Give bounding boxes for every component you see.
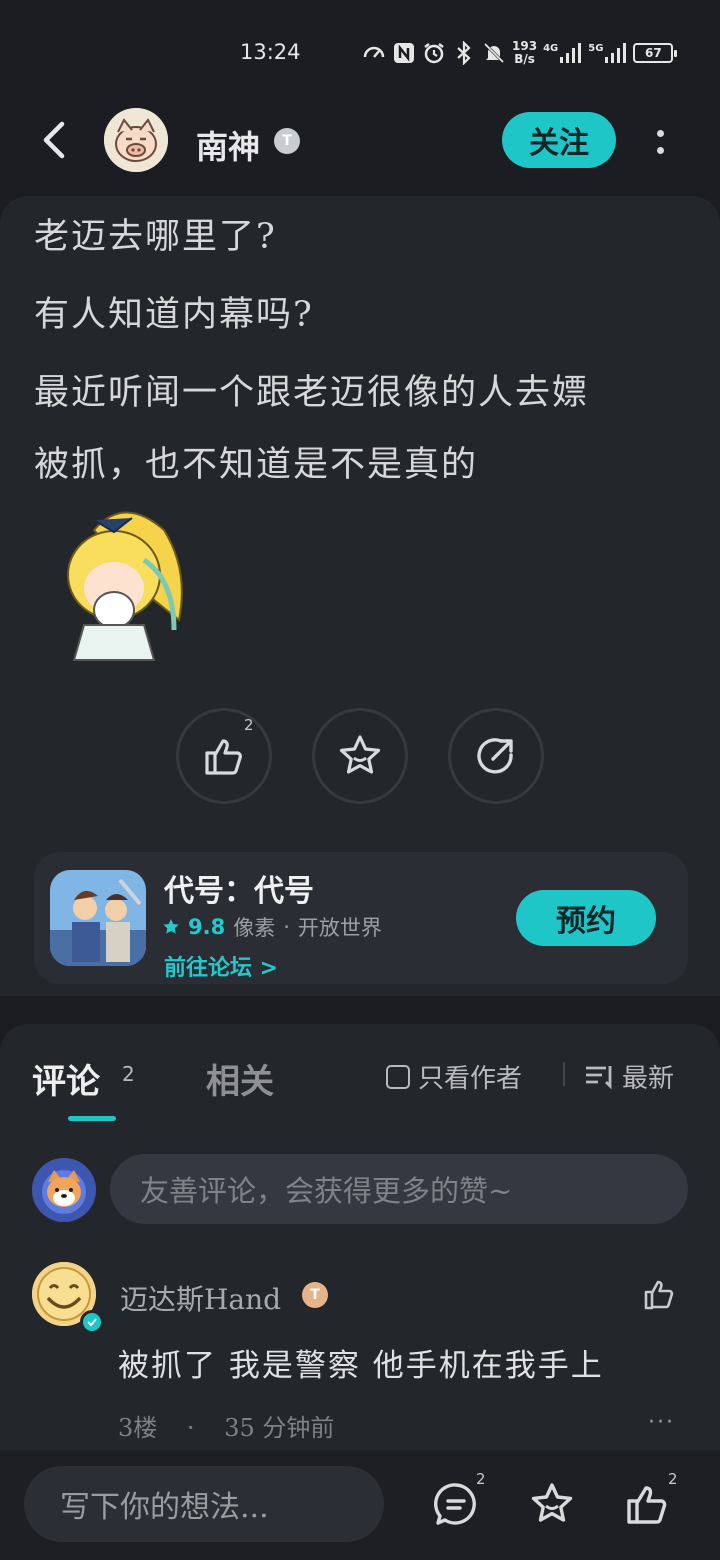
star-icon	[339, 735, 381, 774]
comment-count: 2	[122, 1062, 135, 1086]
post-text-line: 有人知道内幕吗?	[34, 295, 314, 335]
author-avatar[interactable]	[104, 108, 168, 172]
only-author-toggle[interactable]: 只看作者	[386, 1058, 522, 1095]
like-button[interactable]	[176, 708, 272, 804]
active-tab-indicator	[68, 1116, 116, 1121]
comment-floor: 3楼	[118, 1414, 158, 1442]
meta-separator: ·	[186, 1414, 195, 1442]
sort-icon	[586, 1065, 612, 1089]
bottom-favorite-button[interactable]	[528, 1480, 576, 1528]
signal-5g: 5G	[588, 43, 627, 63]
commenter-name[interactable]: 迈达斯Hand	[120, 1278, 281, 1318]
game-tag: 开放世界	[297, 916, 382, 940]
status-bar: 13:24 193 B/s 4G 5G 67	[0, 0, 720, 100]
checkbox[interactable]	[386, 1064, 410, 1089]
comment-meta: 3楼 · 35 分钟前	[118, 1408, 334, 1443]
comment-text: 被抓了 我是警察 他手机在我手上	[118, 1348, 604, 1384]
bottom-like-count: 2	[668, 1470, 678, 1488]
bottom-comment-count: 2	[476, 1470, 486, 1488]
tag-separator: ·	[283, 915, 290, 939]
thumbs-up-icon	[205, 739, 242, 775]
comment-input[interactable]: 友善评论，会获得更多的赞~	[110, 1154, 688, 1224]
post-like-count: 2	[244, 716, 254, 734]
mute-bell-icon	[482, 41, 506, 65]
battery-icon: 67	[633, 43, 678, 63]
author-level-badge: T	[274, 128, 300, 154]
sticker-image[interactable]	[54, 500, 194, 670]
net-speed: 193 B/s	[512, 39, 538, 66]
post-text-line: 老迈去哪里了?	[34, 217, 277, 257]
shiba-avatar-icon	[32, 1158, 96, 1222]
follow-button[interactable]: 关注	[502, 112, 616, 168]
nfc-icon	[392, 41, 416, 65]
game-score: 9.8	[188, 915, 226, 939]
speedometer-icon	[362, 41, 386, 65]
comment-bubble-icon	[434, 1483, 476, 1525]
only-author-label: 只看作者	[418, 1064, 523, 1094]
post-text-line: 被抓，也不知道是不是真的	[34, 445, 479, 485]
game-name[interactable]: 代号：代号	[164, 866, 314, 910]
favorite-button[interactable]	[312, 708, 408, 804]
more-dot	[656, 130, 664, 137]
comment-button[interactable]	[432, 1480, 480, 1528]
comment-more-button[interactable]: ···	[648, 1410, 675, 1435]
game-tag: 像素	[233, 916, 276, 940]
sort-button[interactable]: 最新	[584, 1058, 674, 1095]
alarm-icon	[422, 41, 446, 65]
share-icon	[477, 738, 513, 774]
signal-4g: 4G	[543, 43, 582, 63]
more-dot	[656, 147, 664, 154]
sort-label: 最新	[622, 1064, 675, 1094]
game-icon[interactable]	[50, 870, 146, 966]
back-button[interactable]	[36, 118, 76, 162]
game-meta: 9.8 像素 · 开放世界	[162, 912, 382, 942]
thumbs-up-icon	[644, 1280, 674, 1310]
forum-link[interactable]: 前往论坛 >	[164, 950, 278, 982]
commenter-level-badge: T	[302, 1282, 328, 1308]
author-name[interactable]: 南神	[196, 122, 260, 168]
tab-comments[interactable]: 评论	[32, 1054, 100, 1103]
status-time: 13:24	[240, 40, 301, 64]
reserve-button[interactable]: 预约	[516, 890, 656, 946]
bottom-reply-input[interactable]: 写下你的想法...	[24, 1466, 384, 1542]
verified-icon	[80, 1310, 104, 1334]
my-avatar[interactable]	[32, 1158, 96, 1222]
status-icons: 193 B/s 4G 5G 67	[362, 36, 678, 70]
share-button[interactable]	[448, 708, 544, 804]
comment-like-button[interactable]	[642, 1276, 678, 1312]
chevron-left-icon	[43, 121, 65, 159]
thumbs-up-icon	[627, 1486, 667, 1524]
divider	[563, 1062, 565, 1086]
star-icon	[531, 1483, 573, 1522]
post-text-line: 最近听闻一个跟老迈很像的人去嫖	[34, 373, 590, 413]
comment-time: 35 分钟前	[224, 1414, 335, 1442]
pig-avatar-icon	[104, 108, 168, 172]
bluetooth-icon	[452, 41, 476, 65]
rating-star-icon	[163, 919, 179, 934]
more-options-button[interactable]	[646, 122, 674, 162]
tab-related[interactable]: 相关	[206, 1054, 274, 1103]
bottom-like-button[interactable]	[624, 1480, 672, 1528]
